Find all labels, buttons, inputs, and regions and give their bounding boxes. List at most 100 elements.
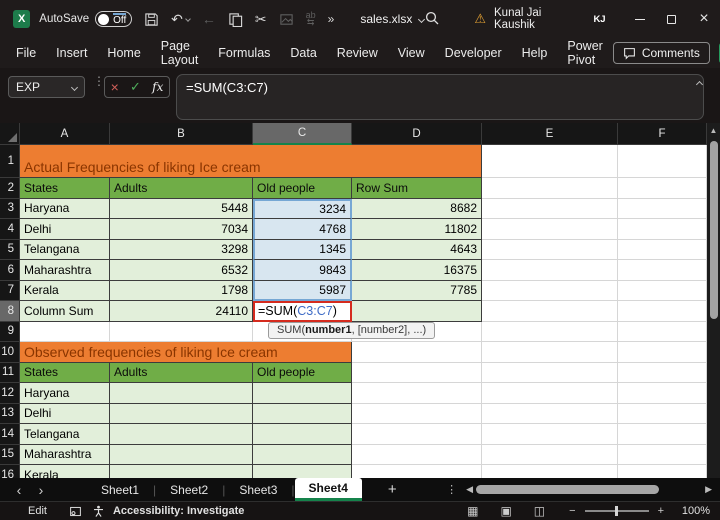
vertical-scrollbar[interactable]: ▲ (707, 123, 720, 478)
row-header-3[interactable]: 3 (0, 199, 20, 220)
page-break-view-icon[interactable]: ◫ (534, 504, 545, 518)
cell-D16[interactable] (352, 465, 482, 478)
page-layout-view-icon[interactable]: ▣ (500, 504, 511, 518)
cell-E11[interactable] (482, 363, 618, 384)
cell-B13[interactable] (110, 404, 253, 425)
cell-E5[interactable] (482, 240, 618, 261)
cell-B16[interactable] (110, 465, 253, 478)
cell-E8[interactable] (482, 301, 618, 322)
ribbon-tab-home[interactable]: Home (97, 38, 150, 68)
horizontal-scroll-thumb[interactable] (476, 485, 659, 494)
row-header-11[interactable]: 11 (0, 363, 20, 384)
cell-E7[interactable] (482, 281, 618, 302)
cell-E14[interactable] (482, 424, 618, 445)
ribbon-tab-help[interactable]: Help (512, 38, 558, 68)
cell-C7[interactable]: 5987 (253, 281, 352, 302)
cell-A7[interactable]: Kerala (20, 281, 110, 302)
cell-E16[interactable] (482, 465, 618, 478)
row-header-14[interactable]: 14 (0, 424, 20, 445)
sheet-tab-sheet2[interactable]: Sheet2 (156, 478, 222, 501)
row-header-8[interactable]: 8 (0, 301, 20, 322)
cell-E9[interactable] (482, 322, 618, 343)
cell-C12[interactable] (253, 383, 352, 404)
cell-C6[interactable]: 9843 (253, 260, 352, 281)
cell-A11[interactable]: States (20, 363, 110, 384)
row-header-13[interactable]: 13 (0, 404, 20, 425)
cell-B8[interactable]: 24110 (110, 301, 253, 322)
cell-C16[interactable] (253, 465, 352, 478)
ribbon-tab-data[interactable]: Data (280, 38, 326, 68)
cell-B7[interactable]: 1798 (110, 281, 253, 302)
cell-A5[interactable]: Telangana (20, 240, 110, 261)
cell-C5[interactable]: 1345 (253, 240, 352, 261)
cell-B9[interactable] (110, 322, 253, 343)
file-name[interactable]: sales.xlsx (360, 12, 424, 26)
cell-B12[interactable] (110, 383, 253, 404)
comments-button[interactable]: Comments (613, 42, 710, 64)
cell-F12[interactable] (618, 383, 707, 404)
cell-F10[interactable] (618, 342, 707, 363)
cell-C13[interactable] (253, 404, 352, 425)
cell-C4[interactable]: 4768 (253, 219, 352, 240)
cell-B4[interactable]: 7034 (110, 219, 253, 240)
cell-F15[interactable] (618, 445, 707, 466)
ribbon-tab-file[interactable]: File (6, 38, 46, 68)
next-sheet-icon[interactable]: › (30, 482, 52, 498)
excel-app-icon[interactable]: X (13, 10, 30, 28)
maximize-button[interactable] (656, 0, 688, 38)
ribbon-tab-formulas[interactable]: Formulas (208, 38, 280, 68)
cell-D15[interactable] (352, 445, 482, 466)
cell-E2[interactable] (482, 178, 618, 199)
cancel-entry-icon[interactable]: × (111, 79, 119, 95)
avatar[interactable]: KJ (589, 8, 610, 30)
cell-A14[interactable]: Telangana (20, 424, 110, 445)
scroll-right-icon[interactable]: ▶ (705, 484, 712, 495)
cell-E10[interactable] (482, 342, 618, 363)
cell-F9[interactable] (618, 322, 707, 343)
add-sheet-button[interactable]: + (388, 481, 397, 498)
sheet-tab-sheet1[interactable]: Sheet1 (87, 478, 153, 501)
cell-A1[interactable]: Actual Frequencies of liking Ice cream (20, 145, 482, 178)
scroll-up-icon[interactable]: ▲ (710, 126, 718, 135)
cell-F3[interactable] (618, 199, 707, 220)
column-header-d[interactable]: D (352, 123, 482, 145)
cell-C3[interactable]: 3234 (253, 199, 352, 220)
cell-B5[interactable]: 3298 (110, 240, 253, 261)
select-all-corner[interactable] (0, 123, 20, 145)
cell-A13[interactable]: Delhi (20, 404, 110, 425)
zoom-slider[interactable] (585, 510, 649, 512)
row-header-15[interactable]: 15 (0, 445, 20, 466)
autosave-toggle[interactable]: Off (95, 11, 132, 27)
row-header-4[interactable]: 4 (0, 219, 20, 240)
cell-B15[interactable] (110, 445, 253, 466)
cell-A4[interactable]: Delhi (20, 219, 110, 240)
cell-D11[interactable] (352, 363, 482, 384)
active-formula-cell-C8[interactable]: =SUM(C3:C7) (253, 301, 352, 322)
cell-C14[interactable] (253, 424, 352, 445)
zoom-slider-thumb[interactable] (615, 506, 618, 516)
formula-input[interactable]: =SUM(C3:C7) (176, 74, 704, 120)
confirm-entry-icon[interactable]: ✓ (130, 79, 141, 95)
save-icon[interactable] (144, 12, 159, 27)
close-button[interactable]: × (688, 0, 720, 38)
accessibility-status[interactable]: Accessibility: Investigate (113, 505, 244, 517)
cell-B11[interactable]: Adults (110, 363, 253, 384)
cell-D14[interactable] (352, 424, 482, 445)
cell-F14[interactable] (618, 424, 707, 445)
cell-A12[interactable]: Haryana (20, 383, 110, 404)
cell-B3[interactable]: 5448 (110, 199, 253, 220)
prev-sheet-icon[interactable]: ‹ (8, 482, 30, 498)
row-header-6[interactable]: 6 (0, 260, 20, 281)
row-header-10[interactable]: 10 (0, 342, 20, 363)
sheet-tab-sheet3[interactable]: Sheet3 (225, 478, 291, 501)
row-header-9[interactable]: 9 (0, 322, 20, 343)
insert-function-icon[interactable]: fx (152, 80, 163, 94)
row-header-5[interactable]: 5 (0, 240, 20, 261)
cell-F13[interactable] (618, 404, 707, 425)
cell-E4[interactable] (482, 219, 618, 240)
cell-B14[interactable] (110, 424, 253, 445)
row-header-2[interactable]: 2 (0, 178, 20, 199)
cell-C2[interactable]: Old people (253, 178, 352, 199)
cell-F4[interactable] (618, 219, 707, 240)
normal-view-icon[interactable]: ▦ (467, 504, 478, 518)
